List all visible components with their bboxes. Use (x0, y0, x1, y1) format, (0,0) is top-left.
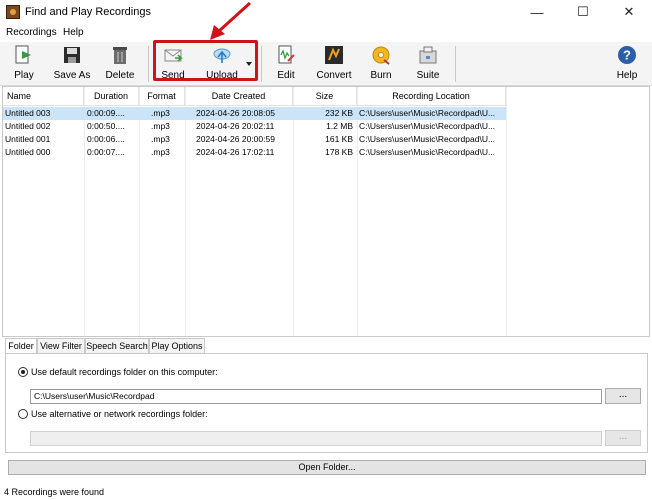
browse-alternative-folder-button[interactable]: ... (605, 430, 641, 446)
column-header-location[interactable]: Recording Location (357, 87, 506, 106)
table-row[interactable]: Untitled 002 0:00:50.... .mp3 2024-04-26… (3, 120, 506, 133)
column-header-format[interactable]: Format (139, 87, 185, 106)
edit-button[interactable]: Edit (270, 45, 302, 83)
column-divider (506, 87, 507, 336)
tab-play-options[interactable]: Play Options (149, 338, 205, 353)
browse-default-folder-button[interactable]: ... (605, 388, 641, 404)
column-header-duration[interactable]: Duration (84, 87, 139, 106)
delete-button[interactable]: Delete (102, 45, 138, 83)
window-title: Find and Play Recordings (25, 6, 151, 18)
menu-recordings[interactable]: Recordings (6, 27, 57, 38)
tab-view-filter[interactable]: View Filter (37, 338, 85, 353)
floppy-disk-icon (62, 45, 82, 65)
radio-selected-icon[interactable] (18, 367, 28, 377)
toolbar-separator (148, 46, 149, 82)
help-icon: ? (617, 45, 637, 65)
play-icon (14, 45, 34, 65)
annotation-highlight-box (153, 40, 258, 81)
toolbar-separator (455, 46, 456, 82)
convert-icon (324, 45, 344, 65)
help-button[interactable]: ? Help (612, 45, 642, 83)
convert-button[interactable]: Convert (314, 45, 354, 83)
alternative-folder-path-field[interactable] (30, 431, 602, 446)
burn-button[interactable]: Burn (364, 45, 398, 83)
default-folder-label: Use default recordings folder on this co… (31, 367, 218, 377)
disc-icon (371, 45, 391, 65)
maximize-button[interactable]: ☐ (560, 0, 606, 24)
menu-help[interactable]: Help (63, 27, 84, 38)
list-header: Name Duration Format Date Created Size R… (3, 87, 506, 106)
table-row[interactable]: Untitled 003 0:00:09.... .mp3 2024-04-26… (3, 107, 506, 120)
recordings-list[interactable]: Name Duration Format Date Created Size R… (2, 86, 650, 337)
radio-unselected-icon[interactable] (18, 409, 28, 419)
toolbar-separator (261, 46, 262, 82)
table-row[interactable]: Untitled 000 0:00:07.... .mp3 2024-04-26… (3, 146, 506, 159)
trash-can-icon (110, 45, 130, 65)
menu-bar: Recordings Help (0, 24, 652, 42)
minimize-button[interactable]: — (514, 0, 560, 24)
toolbar: Play Save As Delete Send Upload Edit Con… (0, 42, 652, 86)
status-bar-text: 4 Recordings were found (4, 487, 105, 497)
play-button[interactable]: Play (6, 45, 42, 83)
table-row[interactable]: Untitled 001 0:00:06.... .mp3 2024-04-26… (3, 133, 506, 146)
folder-panel: Use default recordings folder on this co… (5, 353, 648, 453)
edit-document-icon (276, 45, 296, 65)
column-header-date-created[interactable]: Date Created (185, 87, 293, 106)
default-folder-path-field[interactable]: C:\Users\user\Music\Recordpad (30, 389, 602, 404)
default-folder-option[interactable]: Use default recordings folder on this co… (18, 367, 218, 377)
annotation-arrow-icon (210, 1, 252, 40)
save-as-button[interactable]: Save As (51, 45, 93, 83)
column-header-name[interactable]: Name (3, 87, 84, 106)
alternative-folder-label: Use alternative or network recordings fo… (31, 409, 208, 419)
open-folder-button[interactable]: Open Folder... (8, 460, 646, 475)
tab-speech-search[interactable]: Speech Search (85, 338, 149, 353)
suite-icon (418, 45, 438, 65)
suite-button[interactable]: Suite (411, 45, 445, 83)
svg-text:?: ? (623, 48, 631, 63)
close-button[interactable]: ✕ (606, 0, 652, 24)
column-header-size[interactable]: Size (293, 87, 357, 106)
app-icon (6, 5, 20, 19)
alternative-folder-option[interactable]: Use alternative or network recordings fo… (18, 409, 208, 419)
title-bar: Find and Play Recordings — ☐ ✕ (0, 0, 652, 24)
tab-folder[interactable]: Folder (5, 338, 37, 354)
